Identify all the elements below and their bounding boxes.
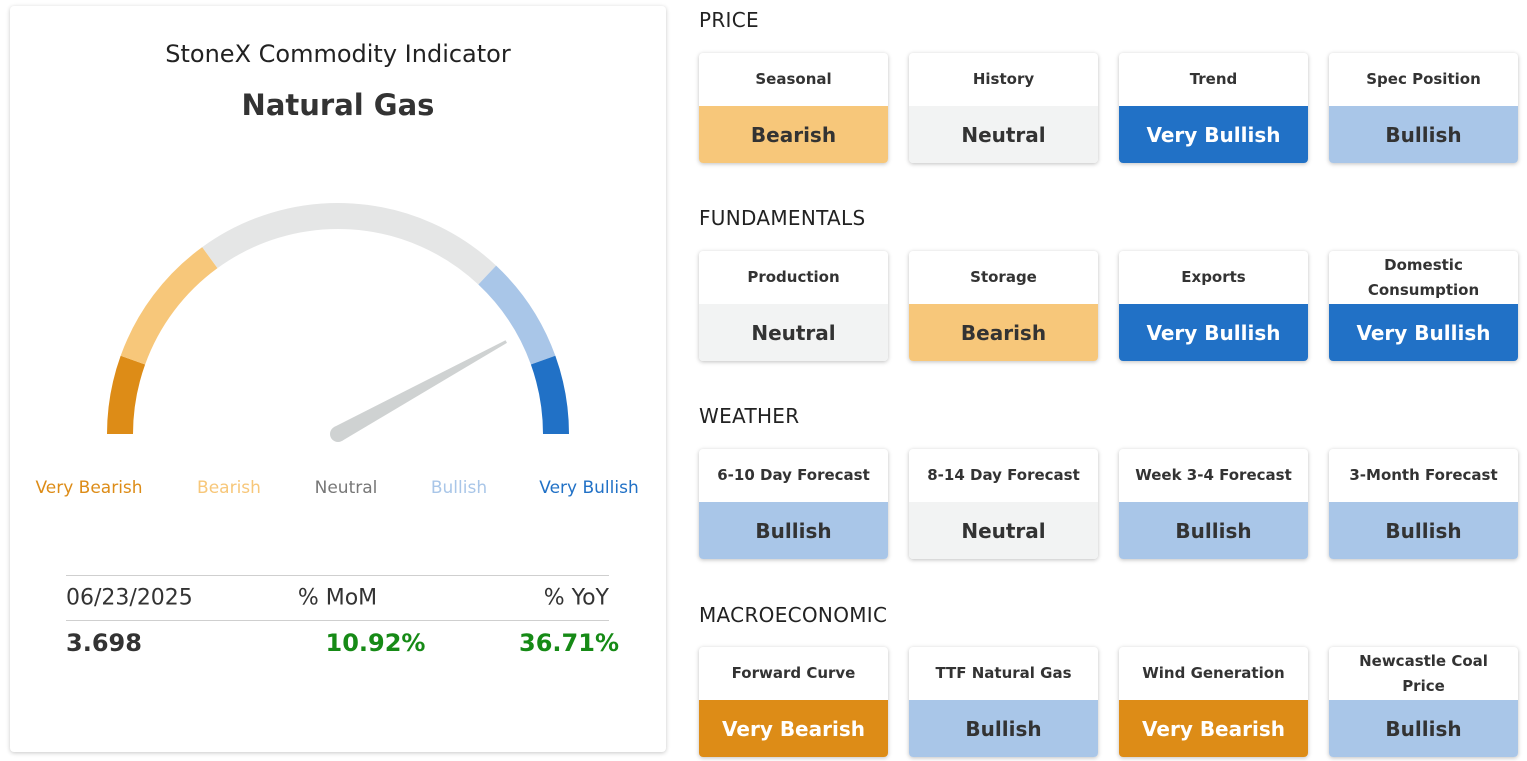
indicator-value: Bullish: [1329, 700, 1518, 757]
indicator-storage[interactable]: Storage Bearish: [909, 251, 1098, 361]
indicator-week-3-4-forecast[interactable]: Week 3-4 Forecast Bullish: [1119, 449, 1308, 559]
indicator-name: Forward Curve: [731, 664, 856, 682]
price-stats-table: 06/23/2025 % MoM % YoY 3.698 10.92% 36.7…: [66, 575, 619, 665]
indicator-name: 8-14 Day Forecast: [927, 466, 1080, 484]
indicator-ttf-natural-gas[interactable]: TTF Natural Gas Bullish: [909, 647, 1098, 757]
indicator-value: Neutral: [909, 502, 1098, 559]
indicator-name: Exports: [1181, 268, 1246, 286]
stats-mom-label: % MoM: [297, 585, 378, 611]
indicator-value: Bullish: [909, 700, 1098, 757]
indicator-spec-position[interactable]: Spec Position Bullish: [1329, 53, 1518, 163]
indicator-name: Spec Position: [1366, 70, 1481, 88]
indicator-value: Very Bullish: [1119, 106, 1308, 163]
indicator-value: Bearish: [699, 106, 888, 163]
gauge-segment-neutral: [202, 203, 497, 285]
indicator-production[interactable]: Production Neutral: [699, 251, 888, 361]
indicator-value: Bullish: [1329, 502, 1518, 559]
section-weather-title: WEATHER: [699, 404, 800, 428]
indicator-name: 6-10 Day Forecast: [717, 466, 870, 484]
indicator-wind-generation[interactable]: Wind Generation Very Bearish: [1119, 647, 1308, 757]
legend-neutral: Neutral: [314, 478, 378, 498]
indicator-name: Wind Generation: [1142, 664, 1285, 682]
gauge-segment-very-bearish: [107, 355, 146, 435]
indicator-name: Seasonal: [755, 70, 832, 88]
indicator-value: Very Bearish: [699, 700, 888, 757]
legend-bearish: Bearish: [197, 478, 261, 498]
indicator-name: Newcastle Coal Price: [1359, 651, 1488, 695]
stats-price: 3.698: [66, 629, 142, 657]
indicator-value: Neutral: [909, 106, 1098, 163]
indicator-name: 3-Month Forecast: [1349, 466, 1498, 484]
indicator-name: Production: [747, 268, 840, 286]
indicator-seasonal[interactable]: Seasonal Bearish: [699, 53, 888, 163]
legend-bullish: Bullish: [430, 478, 488, 498]
stats-yoy-label: % YoY: [543, 585, 609, 611]
indicator-value: Very Bearish: [1119, 700, 1308, 757]
gauge-segment-bearish: [120, 247, 218, 365]
indicator-trend[interactable]: Trend Very Bullish: [1119, 53, 1308, 163]
stats-mom-value: 10.92%: [325, 629, 426, 657]
gauge-legend: Very Bearish Bearish Neutral Bullish Ver…: [10, 478, 666, 502]
indicator-6-10-day-forecast[interactable]: 6-10 Day Forecast Bullish: [699, 449, 888, 559]
gauge-hub: [330, 426, 346, 442]
indicator-value: Very Bullish: [1119, 304, 1308, 361]
stats-header-row: 06/23/2025 % MoM % YoY: [66, 576, 609, 620]
stats-value-row: 3.698 10.92% 36.71%: [66, 621, 619, 665]
gauge-segment-very-bullish: [530, 355, 569, 435]
indicator-value: Bullish: [1119, 502, 1308, 559]
indicator-history[interactable]: History Neutral: [909, 53, 1098, 163]
gauge-needle: [334, 340, 507, 442]
section-price-title: PRICE: [699, 8, 759, 32]
legend-very-bullish: Very Bullish: [539, 478, 639, 498]
stats-yoy-value: 36.71%: [519, 629, 619, 657]
indicator-name: Week 3-4 Forecast: [1135, 466, 1292, 484]
section-fundamentals-title: FUNDAMENTALS: [699, 206, 866, 230]
indicator-value: Very Bullish: [1329, 304, 1518, 361]
indicator-value: Neutral: [699, 304, 888, 361]
indicator-3-month-forecast[interactable]: 3-Month Forecast Bullish: [1329, 449, 1518, 559]
indicator-gauge-card: StoneX Commodity Indicator Natural Gas V…: [10, 6, 666, 752]
indicator-name: TTF Natural Gas: [935, 664, 1072, 682]
indicator-forward-curve[interactable]: Forward Curve Very Bearish: [699, 647, 888, 757]
legend-very-bearish: Very Bearish: [35, 478, 143, 498]
indicator-value: Bearish: [909, 304, 1098, 361]
sentiment-gauge: [107, 203, 569, 442]
indicator-exports[interactable]: Exports Very Bullish: [1119, 251, 1308, 361]
indicator-8-14-day-forecast[interactable]: 8-14 Day Forecast Neutral: [909, 449, 1098, 559]
indicator-name: Trend: [1189, 70, 1238, 88]
stats-date: 06/23/2025: [66, 585, 193, 611]
indicator-domestic-consumption[interactable]: Domestic Consumption Very Bullish: [1329, 251, 1518, 361]
indicator-value: Bullish: [1329, 106, 1518, 163]
indicator-value: Bullish: [699, 502, 888, 559]
indicator-name: History: [972, 70, 1035, 88]
indicator-name: Storage: [970, 268, 1037, 286]
section-macroeconomic-title: MACROECONOMIC: [699, 603, 888, 627]
indicator-name: Domestic Consumption: [1367, 255, 1480, 299]
indicator-newcastle-coal-price[interactable]: Newcastle Coal Price Bullish: [1329, 647, 1518, 757]
